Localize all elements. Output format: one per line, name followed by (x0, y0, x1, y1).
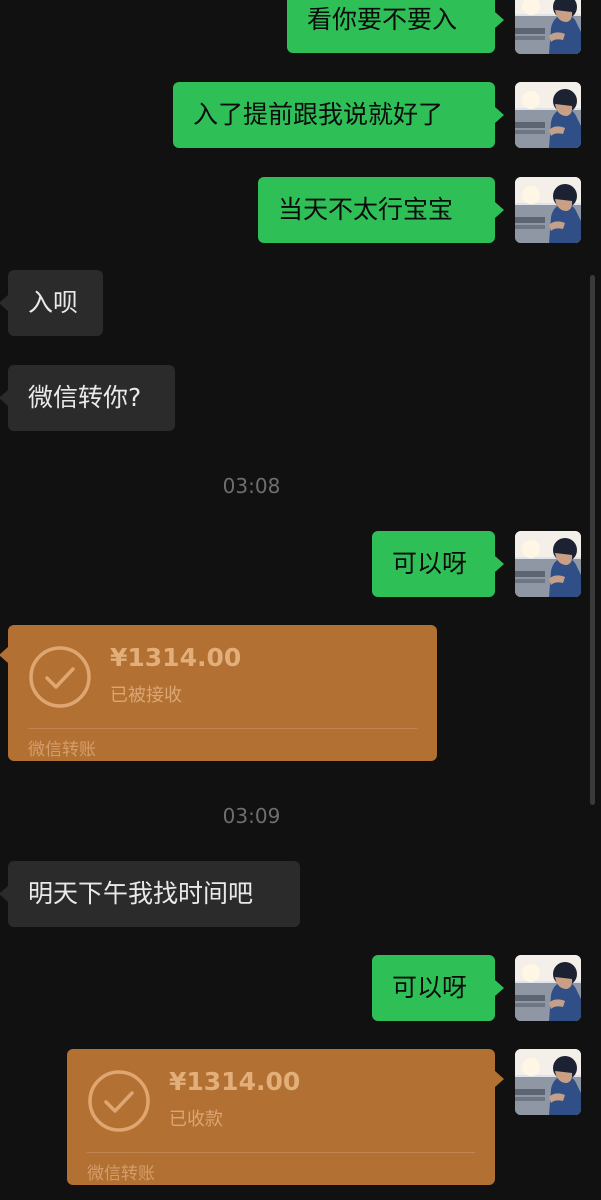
avatar[interactable] (515, 82, 581, 148)
message-text: 入呗 (28, 288, 79, 317)
message-bubble-outgoing[interactable]: 可以呀 (372, 955, 504, 1021)
message-bubble-incoming[interactable]: 入呗 (0, 270, 103, 336)
message-bubble-outgoing[interactable]: 可以呀 (372, 531, 504, 597)
timestamp: 03:08 (222, 474, 281, 498)
message-bubble-outgoing[interactable]: 当天不太行宝宝 (258, 177, 504, 243)
message-bubble-incoming[interactable]: 明天下午我找时间吧 (0, 861, 300, 927)
transfer-label: 微信转账 (28, 740, 96, 760)
message-text: 可以呀 (392, 549, 468, 578)
message-text: 当天不太行宝宝 (278, 195, 454, 224)
transfer-card[interactable]: ¥1314.00 已收款 微信转账 (67, 1049, 504, 1185)
message-text: 可以呀 (392, 973, 468, 1002)
transfer-status: 已收款 (169, 1109, 223, 1130)
chat-conversation: 看你要不要入 入了提前跟我说就好了 当天不太行宝宝 入呗 微信转你? 03:08… (0, 0, 601, 1200)
transfer-card[interactable]: ¥1314.00 已被接收 微信转账 (0, 625, 437, 761)
avatar[interactable] (515, 0, 581, 54)
message-bubble-outgoing[interactable]: 看你要不要入 (287, 0, 504, 53)
timestamp: 03:09 (222, 804, 281, 828)
transfer-label: 微信转账 (87, 1164, 155, 1184)
message-text: 明天下午我找时间吧 (28, 879, 254, 908)
check-circle-icon (88, 1070, 150, 1132)
avatar[interactable] (515, 177, 581, 243)
divider (28, 728, 417, 729)
avatar[interactable] (515, 1049, 581, 1115)
transfer-amount: ¥1314.00 (169, 1067, 301, 1096)
check-circle-icon (29, 646, 91, 708)
message-text: 入了提前跟我说就好了 (193, 100, 444, 129)
message-bubble-incoming[interactable]: 微信转你? (0, 365, 175, 431)
message-bubble-outgoing[interactable]: 入了提前跟我说就好了 (173, 82, 504, 148)
scrollbar[interactable] (590, 275, 595, 805)
avatar[interactable] (515, 531, 581, 597)
transfer-status: 已被接收 (110, 685, 182, 706)
transfer-amount: ¥1314.00 (110, 643, 242, 672)
message-text: 看你要不要入 (307, 5, 458, 34)
divider (87, 1152, 475, 1153)
avatar[interactable] (515, 955, 581, 1021)
message-text: 微信转你? (28, 383, 142, 412)
